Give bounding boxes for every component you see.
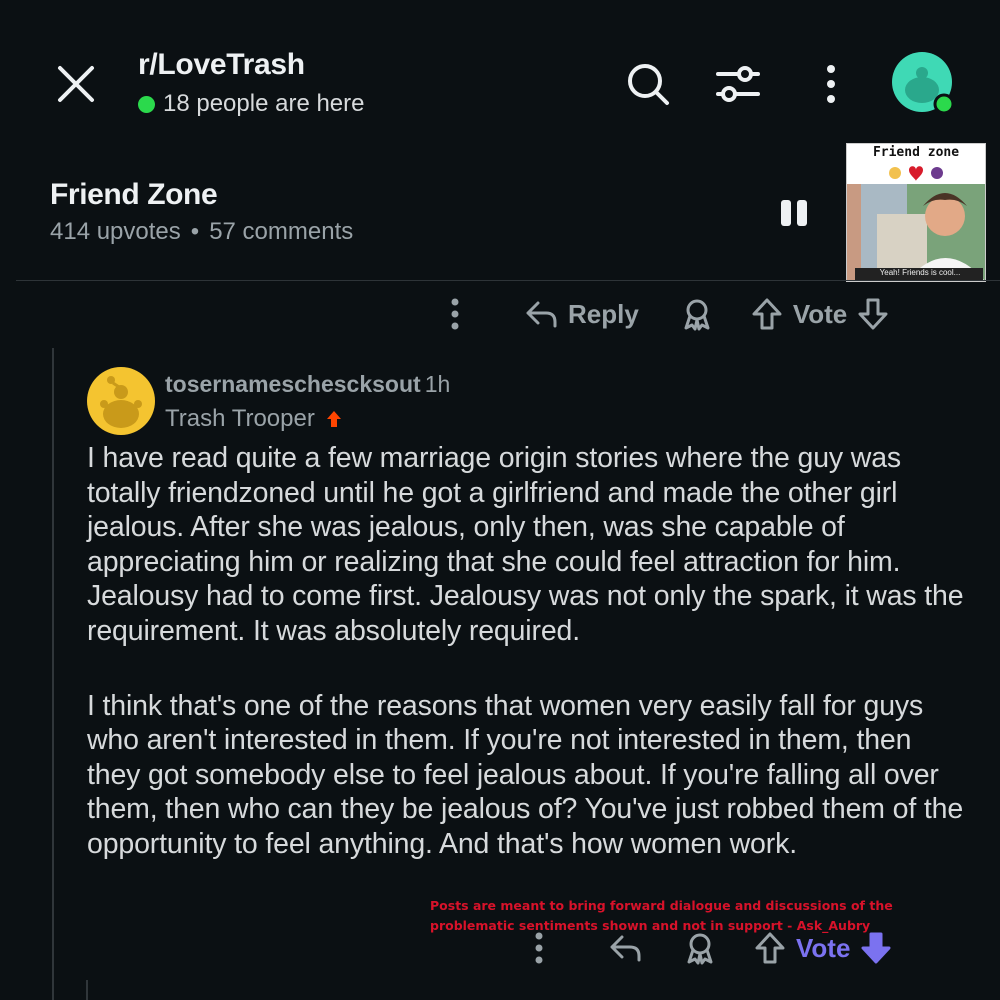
comment-username-line: tosernameschescksout 1h (165, 371, 450, 398)
online-status: 18 people are here (138, 90, 365, 118)
comment-username[interactable]: tosernameschescksout (165, 371, 421, 397)
upvote-flair-icon (326, 411, 341, 427)
meta-separator: • (190, 218, 200, 245)
search-icon (628, 64, 669, 105)
reply-arrow-icon (610, 935, 641, 962)
search-button[interactable] (624, 60, 672, 108)
comment-action-bar: Vote (528, 928, 892, 968)
post-action-bar: Reply Vote (444, 292, 889, 336)
upvote-icon[interactable] (754, 931, 786, 965)
comment-body: I have read quite a few marriage origin … (87, 441, 967, 902)
reply-arrow-icon (526, 301, 557, 328)
award-icon (687, 933, 713, 965)
comment-vote-label: Vote (796, 932, 851, 963)
pause-button[interactable] (778, 198, 810, 228)
filter-icon (716, 66, 760, 102)
filter-button[interactable] (714, 62, 762, 106)
user-flair: Trash Trooper (165, 405, 343, 433)
post-meta: 414 upvotes • 57 comments (50, 218, 353, 246)
close-icon (58, 66, 94, 102)
upvote-count: 414 upvotes (50, 218, 181, 245)
upvote-icon[interactable] (751, 297, 783, 331)
comment-reply-button[interactable] (608, 933, 642, 963)
award-icon (684, 299, 710, 331)
online-count: 18 people are here (163, 90, 365, 117)
flair-text: Trash Trooper (165, 405, 315, 432)
comment-paragraph: I think that's one of the reasons that w… (87, 689, 964, 860)
pause-icon (781, 200, 807, 226)
post-more-button[interactable] (444, 296, 484, 332)
comment-vote-control: Vote (754, 931, 892, 965)
user-avatar[interactable] (892, 52, 956, 116)
comment-more-button[interactable] (528, 931, 552, 965)
post-title[interactable]: Friend Zone (50, 178, 218, 212)
thumbnail-caption-top: Friend zone (872, 145, 960, 160)
more-options-button[interactable] (816, 62, 846, 106)
downvote-icon[interactable] (860, 931, 892, 965)
downvote-icon[interactable] (857, 297, 889, 331)
vote-control: Vote (751, 297, 889, 331)
comment-count: 57 comments (209, 218, 354, 245)
online-dot (138, 95, 155, 113)
comment-paragraph: I have read quite a few marriage origin … (87, 442, 964, 647)
more-vertical-icon (827, 65, 835, 103)
more-vertical-icon (535, 932, 543, 964)
subreddit-name[interactable]: r/LoveTrash (138, 48, 305, 82)
comment-award-button[interactable] (684, 931, 716, 965)
post-thumbnail[interactable]: Friend zone Yeah! Friends is cool... (846, 143, 986, 282)
vote-label: Vote (792, 298, 848, 329)
more-vertical-icon (451, 298, 459, 330)
comment-avatar[interactable] (86, 366, 156, 436)
snoo-avatar-icon (87, 367, 155, 435)
child-thread-line[interactable] (86, 980, 88, 1000)
thread-line[interactable] (52, 348, 54, 1000)
post-divider (16, 280, 1000, 281)
thumbnail-caption-bottom: Yeah! Friends is cool... (879, 268, 961, 277)
comment-time: 1h (424, 371, 451, 397)
close-button[interactable] (52, 60, 100, 108)
reply-button[interactable]: Reply (524, 299, 639, 330)
thumbnail-image (847, 144, 985, 281)
snoo-avatar-icon (892, 52, 955, 115)
award-button[interactable] (681, 297, 713, 331)
reply-label: Reply (568, 298, 639, 329)
